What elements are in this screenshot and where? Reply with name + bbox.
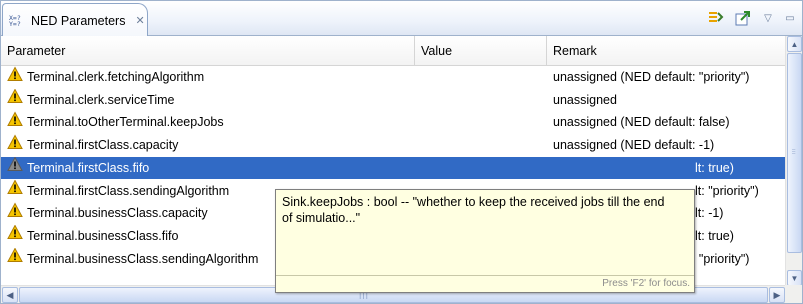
parameter-cell: Terminal.clerk.fetchingAlgorithm bbox=[1, 66, 415, 88]
remark-cell: unassigned (NED default: -1) bbox=[553, 138, 715, 153]
ned-parameters-icon: X=? Y=? bbox=[9, 13, 21, 28]
minimize-icon[interactable]: ▭ bbox=[784, 11, 796, 25]
value-cell[interactable] bbox=[415, 157, 547, 179]
remark-cell: lt: true) bbox=[695, 228, 734, 243]
scroll-corner bbox=[785, 285, 802, 303]
parameter-name: Terminal.toOtherTerminal.keepJobs bbox=[27, 115, 224, 130]
scroll-down-icon[interactable]: ▼ bbox=[787, 270, 802, 286]
thumb-grip-icon: – – – bbox=[792, 147, 796, 157]
scroll-right-icon[interactable]: ▶ bbox=[769, 287, 785, 303]
table-row[interactable]: Terminal.toOtherTerminal.keepJobs unassig… bbox=[1, 111, 787, 134]
remark-cell: unassigned bbox=[553, 92, 617, 107]
table-row[interactable]: Terminal.firstClass.capacity unassigned (… bbox=[1, 134, 787, 157]
column-header-remark[interactable]: Remark bbox=[547, 36, 787, 66]
remark-cell: lt: "priority") bbox=[695, 183, 759, 198]
tab-title: NED Parameters bbox=[31, 13, 126, 28]
value-cell[interactable] bbox=[415, 89, 547, 111]
close-icon[interactable]: ✕ bbox=[135, 14, 144, 27]
scroll-up-icon[interactable]: ▲ bbox=[787, 36, 802, 52]
remark-cell: unassigned (NED default: false) bbox=[553, 115, 730, 130]
open-in-editor-icon[interactable] bbox=[734, 9, 752, 27]
vertical-scroll-thumb[interactable]: – – – bbox=[787, 53, 802, 253]
warning-icon bbox=[7, 66, 27, 88]
parameter-cell: Terminal.firstClass.fifo bbox=[1, 156, 415, 179]
view-tab-strip: X=? Y=? NED Parameters ✕ ▽ ▭ bbox=[0, 0, 803, 37]
view-toolbar: ▽ ▭ bbox=[706, 9, 796, 27]
parameter-name: Terminal.firstClass.sendingAlgorithm bbox=[27, 183, 230, 198]
parameter-name: Terminal.clerk.fetchingAlgorithm bbox=[27, 70, 205, 84]
warning-icon bbox=[7, 202, 27, 224]
table-row[interactable]: Terminal.firstClass.fifo lt: true) bbox=[1, 156, 787, 180]
warning-icon bbox=[7, 156, 27, 179]
view-menu-icon[interactable]: ▽ bbox=[762, 11, 774, 25]
table-row[interactable]: Terminal.clerk.fetchingAlgorithm unassign… bbox=[1, 66, 787, 89]
parameter-tooltip: Sink.keepJobs : bool -- "whether to keep… bbox=[275, 189, 695, 293]
parameter-name: Terminal.clerk.serviceTime bbox=[27, 92, 175, 107]
warning-icon bbox=[7, 179, 27, 202]
warning-icon bbox=[7, 224, 27, 247]
tab-ned-parameters[interactable]: X=? Y=? NED Parameters ✕ bbox=[2, 3, 148, 37]
table-header: Parameter Value Remark bbox=[1, 36, 787, 66]
value-cell[interactable] bbox=[415, 111, 547, 133]
tooltip-focus-hint: Press 'F2' for focus. bbox=[602, 278, 690, 289]
parameter-name: Terminal.firstClass.fifo bbox=[27, 160, 150, 175]
parameter-name: Terminal.businessClass.sendingAlgorithm bbox=[27, 251, 259, 266]
parameter-name: Terminal.businessClass.capacity bbox=[27, 206, 208, 221]
warning-icon bbox=[7, 111, 27, 133]
edit-parameters-icon[interactable] bbox=[706, 9, 724, 27]
table-row[interactable]: Terminal.clerk.serviceTime unassigned bbox=[1, 88, 787, 112]
parameters-table: Parameter Value Remark Terminal.clerk.fe… bbox=[0, 36, 803, 304]
parameter-cell: Terminal.firstClass.capacity bbox=[1, 134, 415, 156]
vertical-scrollbar[interactable]: ▲ – – – ▼ bbox=[785, 36, 802, 286]
tooltip-text: Sink.keepJobs : bool -- "whether to keep… bbox=[282, 195, 665, 225]
parameter-cell: Terminal.clerk.serviceTime bbox=[1, 88, 415, 111]
parameter-cell: Terminal.toOtherTerminal.keepJobs bbox=[1, 111, 415, 133]
tooltip-divider bbox=[276, 275, 694, 276]
value-cell[interactable] bbox=[415, 66, 547, 88]
remark-cell: lt: true) bbox=[695, 160, 734, 175]
value-cell[interactable] bbox=[415, 134, 547, 156]
column-header-parameter[interactable]: Parameter bbox=[1, 36, 415, 66]
parameter-name: Terminal.firstClass.capacity bbox=[27, 138, 179, 153]
warning-icon bbox=[7, 88, 27, 111]
scroll-left-icon[interactable]: ◀ bbox=[2, 287, 18, 303]
remark-cell: unassigned (NED default: "priority") bbox=[553, 70, 750, 84]
column-header-value[interactable]: Value bbox=[415, 36, 547, 66]
warning-icon bbox=[7, 247, 27, 270]
parameter-name: Terminal.businessClass.fifo bbox=[27, 228, 179, 243]
remark-cell: lt: -1) bbox=[695, 206, 724, 221]
warning-icon bbox=[7, 134, 27, 156]
